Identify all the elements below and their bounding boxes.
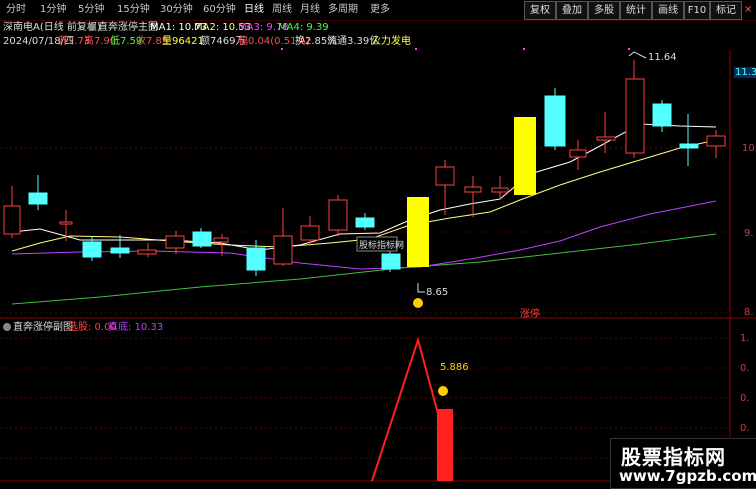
candle xyxy=(596,136,616,141)
watermark-url: www.7gpzb.com xyxy=(619,467,756,485)
candle xyxy=(435,166,455,186)
label-box-text: 股标指标网 xyxy=(359,241,405,251)
sub-indicator-name[interactable]: 直奔涨停副图 xyxy=(3,321,73,335)
candle xyxy=(28,192,48,205)
sub-indicator-label: 直奔涨停副图 xyxy=(13,322,73,333)
settings-icon[interactable] xyxy=(3,323,11,331)
signal-markers xyxy=(281,48,630,50)
candle xyxy=(381,253,401,270)
candle xyxy=(59,221,73,225)
candle xyxy=(192,231,212,247)
sub-y-label: 0. xyxy=(740,363,750,374)
signal-marker xyxy=(628,48,630,50)
ma2-line xyxy=(11,139,717,252)
candle xyxy=(137,249,157,255)
candle xyxy=(569,149,587,158)
candle xyxy=(110,247,130,254)
watermark-title: 股票指标网 xyxy=(621,445,726,469)
smiley-icon xyxy=(438,386,448,396)
limit-up-candle xyxy=(514,117,536,195)
sub-signal-bar xyxy=(437,409,453,481)
signal-marker xyxy=(523,48,525,50)
y-label-8: 8. xyxy=(744,307,754,318)
candle xyxy=(464,186,482,193)
sub-y-label: 0. xyxy=(740,393,750,404)
candle xyxy=(652,103,672,127)
candle xyxy=(165,235,185,249)
sub-value-label: 5.886 xyxy=(440,362,469,373)
zhangting-label: 涨停 xyxy=(520,309,540,320)
ma1-line xyxy=(11,123,717,251)
limit-up-candle xyxy=(407,197,429,267)
candle xyxy=(328,199,348,231)
watermark: 股票指标网 www.7gpzb.com xyxy=(610,438,756,489)
low-marker-arrow xyxy=(417,283,425,293)
sub-y-label: 0. xyxy=(740,423,750,434)
y-label-10: 10. xyxy=(742,143,756,154)
candle xyxy=(679,143,699,149)
candle xyxy=(3,205,21,235)
smiley-icon xyxy=(413,298,423,308)
candle xyxy=(82,241,102,258)
signal-marker xyxy=(415,48,417,50)
sub-signal-line xyxy=(371,336,444,482)
ma3-line xyxy=(11,200,717,270)
candle xyxy=(246,247,266,271)
candle xyxy=(544,95,566,147)
candles-up xyxy=(3,60,726,266)
signal-marker xyxy=(281,48,283,50)
candle xyxy=(213,237,229,243)
y-label-9: 9. xyxy=(744,228,754,239)
high-price-label: 11.64 xyxy=(648,52,677,63)
candle xyxy=(273,235,293,265)
price-marker-current: 11.30 xyxy=(734,67,756,78)
candle xyxy=(300,225,320,241)
low-price-label: 8.65 xyxy=(426,287,449,298)
candle xyxy=(625,78,645,154)
candle xyxy=(491,187,509,193)
sub-b-value: 真底: 10.33 xyxy=(108,322,164,333)
sub-y-label-1: 1. xyxy=(740,333,750,344)
candle xyxy=(355,217,375,228)
high-marker-arrow xyxy=(628,51,647,59)
candle xyxy=(706,135,726,147)
